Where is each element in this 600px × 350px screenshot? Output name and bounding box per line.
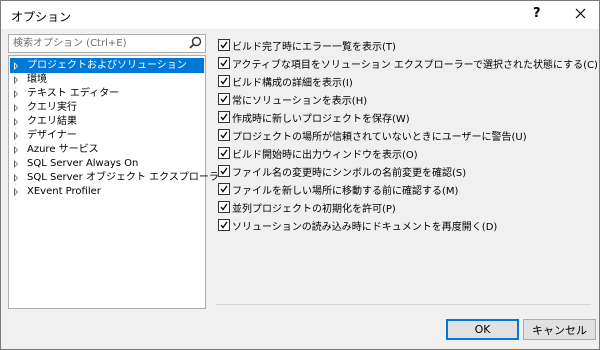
tree-item-environment[interactable]: 環境	[10, 72, 204, 87]
option-parallel-project-init[interactable]: 並列プロジェクトの初期化を許可(P)	[218, 199, 588, 215]
option-label: プロジェクトの場所が信頼されていないときにユーザーに警告(U)	[232, 132, 527, 143]
tree-item-sql-server-object-explorer[interactable]: SQL Server オブジェクト エクスプローラー	[10, 170, 229, 185]
options-category-tree[interactable]: プロジェクトおよびソリューション 環境 テキスト エディター クエリ実行 クエリ…	[8, 55, 229, 309]
ok-button[interactable]: OK	[446, 319, 519, 340]
tree-item-query-execution[interactable]: クエリ実行	[10, 100, 204, 115]
tree-item-label: クエリ実行	[27, 102, 77, 113]
option-label: ビルド開始時に出力ウィンドウを表示(O)	[232, 150, 418, 161]
expand-arrow-icon[interactable]	[14, 188, 18, 196]
expand-arrow-icon[interactable]	[14, 174, 18, 182]
cancel-button[interactable]: キャンセル	[523, 319, 596, 340]
expand-arrow-icon[interactable]	[14, 76, 18, 84]
expand-arrow-icon[interactable]	[14, 160, 18, 168]
expand-arrow-icon[interactable]	[14, 90, 18, 98]
search-icon[interactable]	[189, 36, 202, 49]
expand-arrow-icon[interactable]	[14, 132, 18, 140]
checkbox[interactable]	[218, 129, 230, 141]
checkbox[interactable]	[218, 93, 230, 105]
option-label: ソリューションの読み込み時にドキュメントを再度開く(D)	[232, 222, 498, 233]
checkbox[interactable]	[218, 75, 230, 87]
tree-item-label: XEvent Profiler	[27, 186, 101, 197]
tree-item-label: SQL Server Always On	[27, 158, 139, 169]
close-icon	[575, 8, 585, 19]
option-show-error-list[interactable]: ビルド完了時にエラー一覧を表示(T)	[218, 37, 588, 53]
tree-item-azure-services[interactable]: Azure サービス	[10, 142, 204, 157]
close-button[interactable]	[567, 4, 593, 26]
expand-arrow-icon[interactable]	[14, 104, 18, 112]
checkbox[interactable]	[218, 111, 230, 123]
option-warn-untrusted-location[interactable]: プロジェクトの場所が信頼されていないときにユーザーに警告(U)	[218, 127, 588, 143]
checkmark-icon	[220, 131, 228, 139]
option-confirm-file-move[interactable]: ファイルを新しい場所に移動する前に確認する(M)	[218, 181, 588, 197]
tree-item-query-results[interactable]: クエリ結果	[10, 114, 204, 129]
option-show-build-config[interactable]: ビルド構成の詳細を表示(I)	[218, 73, 588, 89]
checkbox[interactable]	[218, 165, 230, 177]
options-search-box[interactable]	[8, 34, 206, 53]
tree-item-label: テキスト エディター	[27, 88, 120, 99]
tree-item-label: SQL Server オブジェクト エクスプローラー	[27, 172, 229, 183]
separator	[216, 304, 591, 305]
expand-arrow-icon[interactable]	[14, 146, 18, 154]
checkbox[interactable]	[218, 147, 230, 159]
option-label: アクティブな項目をソリューション エクスプローラーで選択された状態にする(C)	[232, 60, 598, 71]
option-save-new-projects[interactable]: 作成時に新しいプロジェクトを保存(W)	[218, 109, 588, 125]
option-label: ビルド構成の詳細を表示(I)	[232, 78, 353, 89]
checkbox[interactable]	[218, 219, 230, 231]
search-input[interactable]	[9, 35, 183, 52]
expand-arrow-icon[interactable]	[14, 62, 18, 70]
option-always-show-solution[interactable]: 常にソリューションを表示(H)	[218, 91, 588, 107]
options-dialog: オプション ? プロジェクトおよびソリューション 環境 テキスト エディター	[0, 0, 600, 350]
tree-item-projects-and-solutions[interactable]: プロジェクトおよびソリューション	[10, 58, 204, 73]
option-label: ファイルを新しい場所に移動する前に確認する(M)	[232, 186, 459, 197]
tree-item-label: プロジェクトおよびソリューション	[27, 60, 187, 71]
tree-item-designers[interactable]: デザイナー	[10, 128, 204, 143]
tree-item-sql-server-always-on[interactable]: SQL Server Always On	[10, 156, 204, 171]
checkmark-icon	[220, 59, 228, 67]
expand-arrow-icon[interactable]	[14, 118, 18, 126]
checkmark-icon	[220, 203, 228, 211]
option-show-output-window[interactable]: ビルド開始時に出力ウィンドウを表示(O)	[218, 145, 588, 161]
option-label: 作成時に新しいプロジェクトを保存(W)	[232, 114, 410, 125]
checkmark-icon	[220, 149, 228, 157]
option-label: 常にソリューションを表示(H)	[232, 96, 368, 107]
tree-item-label: 環境	[27, 74, 47, 85]
checkmark-icon	[220, 95, 228, 103]
checkbox[interactable]	[218, 201, 230, 213]
checkbox[interactable]	[218, 183, 230, 195]
checkmark-icon	[220, 185, 228, 193]
checkmark-icon	[220, 41, 228, 49]
checkbox[interactable]	[218, 57, 230, 69]
checkmark-icon	[220, 167, 228, 175]
checkmark-icon	[220, 221, 228, 229]
checkmark-icon	[220, 77, 228, 85]
option-label: 並列プロジェクトの初期化を許可(P)	[232, 204, 396, 215]
help-button[interactable]: ?	[533, 6, 541, 21]
tree-item-label: Azure サービス	[27, 144, 99, 155]
option-reopen-documents[interactable]: ソリューションの読み込み時にドキュメントを再度開く(D)	[218, 217, 588, 233]
tree-item-text-editor[interactable]: テキスト エディター	[10, 86, 204, 101]
tree-item-label: デザイナー	[27, 130, 77, 141]
option-label: ビルド完了時にエラー一覧を表示(T)	[232, 42, 396, 53]
tree-item-label: クエリ結果	[27, 116, 77, 127]
option-prompt-symbol-rename[interactable]: ファイル名の変更時にシンボルの名前変更を確認(S)	[218, 163, 588, 179]
tree-item-xevent-profiler[interactable]: XEvent Profiler	[10, 184, 204, 199]
dialog-title: オプション	[11, 10, 72, 24]
checkmark-icon	[220, 113, 228, 121]
checkbox[interactable]	[218, 39, 230, 51]
option-track-active-item[interactable]: アクティブな項目をソリューション エクスプローラーで選択された状態にする(C)	[218, 55, 598, 71]
option-label: ファイル名の変更時にシンボルの名前変更を確認(S)	[232, 168, 467, 179]
title-bar: オプション ?	[1, 1, 599, 29]
